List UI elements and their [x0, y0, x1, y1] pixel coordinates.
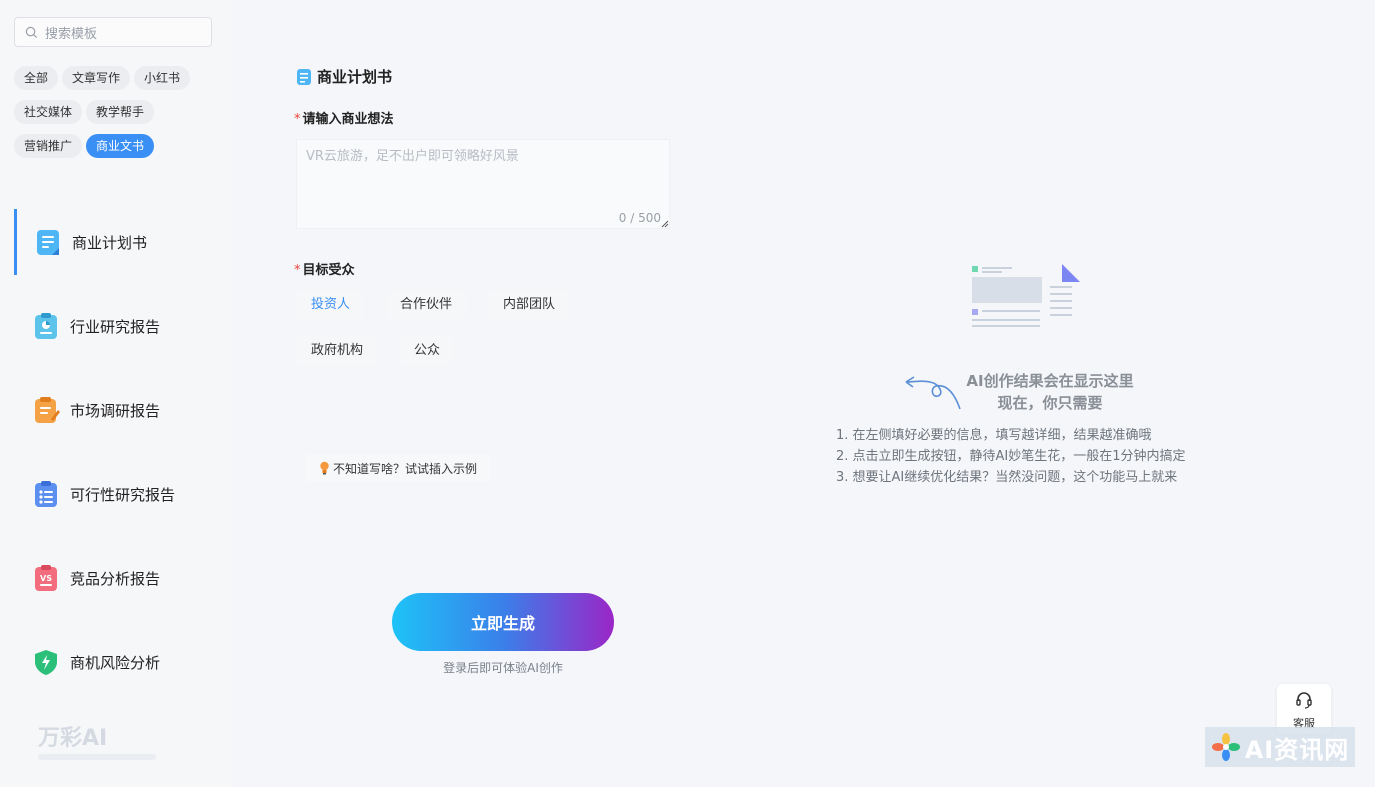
- audience-option-internal-team[interactable]: 内部团队: [489, 290, 570, 320]
- brand-logo: 万彩AI: [38, 720, 168, 768]
- sidebar-item-label: 商业计划书: [72, 233, 148, 252]
- lightbulb-icon: [320, 461, 329, 475]
- idea-textarea[interactable]: VR云旅游，足不出户即可领略好风景 0 / 500: [296, 139, 670, 229]
- sidebar-item-label: 商机风险分析: [70, 653, 161, 672]
- sidebar-item-competitor-analysis[interactable]: VS 竞品分析报告: [14, 545, 230, 611]
- tag-social-media[interactable]: 社交媒体: [14, 100, 83, 124]
- required-mark: *: [294, 263, 301, 278]
- sidebar-item-label: 竞品分析报告: [70, 569, 161, 588]
- login-tip: 登录后即可体验AI创作: [443, 661, 563, 675]
- watermark-text: AI资讯网: [1244, 735, 1350, 764]
- tag-all[interactable]: 全部: [14, 66, 59, 90]
- idea-label: * 请输入商业想法: [294, 108, 394, 127]
- tag-business-docs[interactable]: 商业文书: [86, 134, 155, 158]
- insert-example-text: 不知道写啥？试试插入示例: [333, 461, 478, 476]
- char-counter: 0 / 500: [618, 211, 661, 225]
- competitor-analysis-icon: VS: [35, 565, 57, 591]
- audience-label: * 目标受众: [294, 259, 355, 278]
- result-title-line-2: 现在，你只需要: [997, 394, 1103, 412]
- tag-xiaohongshu[interactable]: 小红书: [134, 66, 191, 90]
- flower-logo-icon: [1211, 733, 1240, 761]
- instruction-step: 3. 想要让AI继续优化结果？当然没问题，这个功能马上就来: [836, 470, 1178, 485]
- result-placeholder-title: AI创作结果会在显示这里 现在，你只需要: [900, 370, 1200, 414]
- required-mark: *: [294, 112, 301, 127]
- form-title: 商业计划书: [317, 68, 393, 86]
- audience-option-partner[interactable]: 合作伙伴: [386, 290, 467, 320]
- sidebar: 搜索模板 全部 文章写作 小红书 社交媒体 教学帮手 营销推广 商业文书 商业计…: [0, 0, 232, 787]
- document-icon: [297, 68, 311, 85]
- instruction-step: 1. 在左侧填好必要的信息，填写越详细，结果越准确哦: [836, 428, 1152, 443]
- sidebar-item-label: 市场调研报告: [70, 401, 161, 420]
- sidebar-item-label: 可行性研究报告: [70, 485, 176, 504]
- generate-button[interactable]: 立即生成: [392, 593, 614, 651]
- instruction-steps: 1. 在左侧填好必要的信息，填写越详细，结果越准确哦 2. 点击立即生成按钮，静…: [836, 425, 1186, 488]
- tag-marketing[interactable]: 营销推广: [14, 134, 83, 158]
- insert-example-link[interactable]: 不知道写啥？试试插入示例: [305, 454, 492, 482]
- audience-option-government[interactable]: 政府机构: [297, 336, 378, 366]
- sidebar-item-business-plan[interactable]: 商业计划书: [14, 209, 233, 275]
- tag-article-writing[interactable]: 文章写作: [62, 66, 131, 90]
- watermark: AI资讯网: [1205, 727, 1355, 767]
- form-header: 商业计划书: [296, 66, 392, 87]
- audience-option-public[interactable]: 公众: [400, 336, 455, 366]
- business-plan-icon: [37, 230, 59, 255]
- audience-option-investor[interactable]: 投资人: [297, 290, 365, 320]
- search-placeholder: 搜索模板: [45, 26, 98, 42]
- audience-label-text: 目标受众: [302, 263, 355, 278]
- sidebar-item-feasibility-report[interactable]: 可行性研究报告: [14, 461, 230, 527]
- market-research-icon: [35, 397, 60, 423]
- search-icon: [25, 26, 38, 38]
- sidebar-item-market-research[interactable]: 市场调研报告: [14, 377, 230, 443]
- result-title-line-1: AI创作结果会在显示这里: [966, 372, 1134, 390]
- sidebar-item-industry-report[interactable]: 行业研究报告: [14, 293, 230, 359]
- instruction-step: 2. 点击立即生成按钮，静待AI妙笔生花，一般在1分钟内搞定: [836, 449, 1186, 464]
- resize-handle-icon[interactable]: [661, 220, 669, 228]
- search-input[interactable]: 搜索模板: [14, 17, 212, 47]
- headset-icon: [1296, 692, 1312, 709]
- idea-placeholder: VR云旅游，足不出户即可领略好风景: [306, 149, 519, 164]
- sidebar-item-label: 行业研究报告: [70, 317, 161, 336]
- tag-teaching-helper[interactable]: 教学帮手: [86, 100, 155, 124]
- idea-label-text: 请输入商业想法: [302, 112, 394, 127]
- industry-report-icon: [35, 313, 57, 339]
- brand-logo-text: 万彩AI: [38, 726, 108, 751]
- sidebar-item-risk-analysis[interactable]: 商机风险分析: [14, 629, 230, 695]
- svg-text:VS: VS: [40, 574, 52, 583]
- risk-analysis-icon: [35, 650, 57, 675]
- feasibility-report-icon: [35, 481, 57, 507]
- empty-result-illustration: [965, 258, 1080, 336]
